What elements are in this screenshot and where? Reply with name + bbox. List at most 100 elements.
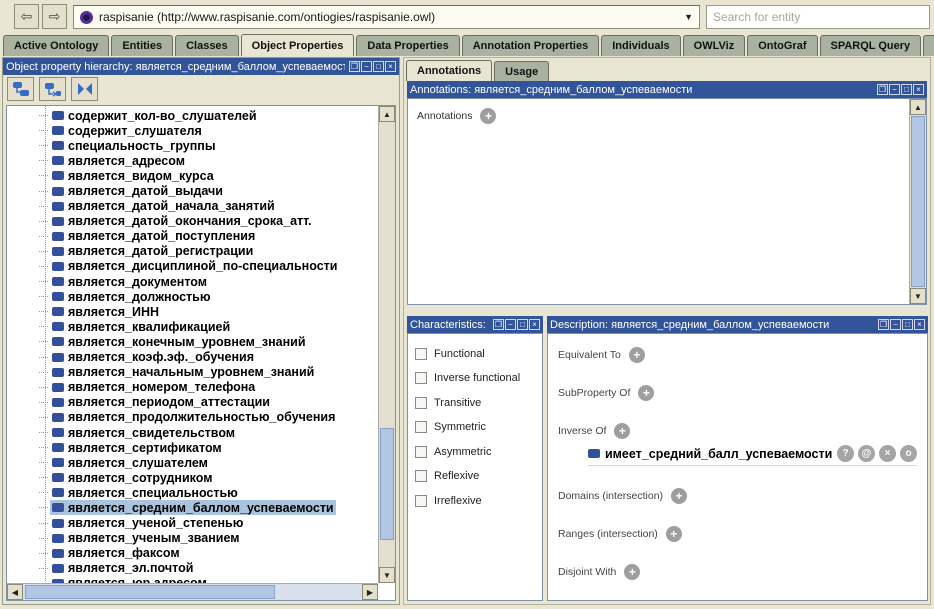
- checkbox-unchecked-icon[interactable]: [415, 396, 427, 409]
- horizontal-scroll-thumb[interactable]: [25, 585, 275, 599]
- close-icon[interactable]: ×: [529, 319, 540, 330]
- main-tab[interactable]: OntoGraf: [747, 35, 818, 56]
- delete-button[interactable]: ×: [879, 445, 896, 462]
- float-icon[interactable]: ❐: [877, 84, 888, 95]
- tree-horizontal-scrollbar[interactable]: ◀ ▶: [7, 583, 378, 600]
- minimize-icon[interactable]: −: [505, 319, 516, 330]
- object-property-row[interactable]: является_начальным_уровнем_знаний: [7, 365, 378, 380]
- main-tab[interactable]: SPARQL Query: [819, 35, 922, 56]
- maximize-icon[interactable]: □: [902, 319, 913, 330]
- close-icon[interactable]: ×: [914, 319, 925, 330]
- maximize-icon[interactable]: □: [373, 61, 384, 72]
- main-tab[interactable]: Data Properties: [356, 35, 460, 56]
- object-property-row[interactable]: является_датой_окончания_срока_атт.: [7, 214, 378, 229]
- object-property-row[interactable]: является_квалификацией: [7, 319, 378, 334]
- object-property-row[interactable]: является_продолжительностью_обучения: [7, 410, 378, 425]
- object-property-row[interactable]: содержит_кол-во_слушателей: [7, 108, 378, 123]
- object-property-row[interactable]: является_датой_поступления: [7, 229, 378, 244]
- characteristic-row[interactable]: Asymmetric: [415, 445, 542, 458]
- forward-button[interactable]: ⇨: [42, 4, 67, 29]
- object-property-row[interactable]: является_видом_курса: [7, 168, 378, 183]
- add-button[interactable]: +: [671, 487, 688, 504]
- scroll-up-icon[interactable]: ▲: [379, 106, 395, 122]
- object-property-row[interactable]: является_факсом: [7, 546, 378, 561]
- main-tab[interactable]: Individuals: [601, 35, 681, 56]
- add-button[interactable]: +: [624, 563, 641, 580]
- explain-button[interactable]: ?: [837, 445, 854, 462]
- add-button[interactable]: +: [614, 422, 631, 439]
- close-icon[interactable]: ×: [385, 61, 396, 72]
- main-tab[interactable]: Active Ontology: [3, 35, 110, 56]
- annotations-scrollbar[interactable]: ▲ ▼: [909, 99, 926, 304]
- annotations-tab[interactable]: Annotations: [406, 60, 493, 81]
- float-icon[interactable]: ❐: [349, 61, 360, 72]
- main-tab[interactable]: Annotation Properties: [461, 35, 600, 56]
- checkbox-unchecked-icon[interactable]: [415, 470, 427, 482]
- add-button[interactable]: +: [665, 525, 682, 542]
- scroll-down-icon[interactable]: ▼: [910, 288, 926, 304]
- main-tab[interactable]: Entities: [111, 35, 174, 56]
- minimize-icon[interactable]: −: [361, 61, 372, 72]
- annotate-button[interactable]: @: [858, 445, 875, 462]
- characteristic-row[interactable]: Reflexive: [415, 470, 542, 483]
- float-icon[interactable]: ❐: [878, 319, 889, 330]
- minimize-icon[interactable]: −: [889, 84, 900, 95]
- object-property-row[interactable]: является_дисциплиной_по-специальности: [7, 259, 378, 274]
- delete-property-button[interactable]: [71, 77, 98, 101]
- checkbox-unchecked-icon[interactable]: [415, 347, 427, 360]
- add-button[interactable]: +: [638, 384, 655, 401]
- close-icon[interactable]: ×: [913, 84, 924, 95]
- object-property-row[interactable]: является_слушателем: [7, 455, 378, 470]
- object-property-row[interactable]: является_ученым_званием: [7, 531, 378, 546]
- tree-vertical-scrollbar[interactable]: ▲ ▼: [378, 106, 395, 583]
- maximize-icon[interactable]: □: [517, 319, 528, 330]
- characteristic-row[interactable]: Inverse functional: [415, 372, 542, 385]
- object-property-row[interactable]: является_сотрудником: [7, 470, 378, 485]
- object-property-row[interactable]: является_ИНН: [7, 304, 378, 319]
- object-property-row[interactable]: является_датой_выдачи: [7, 183, 378, 198]
- main-tab[interactable]: OWLViz: [682, 35, 746, 56]
- add-sibling-property-button[interactable]: [39, 77, 66, 101]
- characteristic-row[interactable]: Irreflexive: [415, 494, 542, 507]
- back-button[interactable]: ⇦: [14, 4, 39, 29]
- dropdown-arrow-icon[interactable]: ▼: [678, 12, 693, 22]
- annotations-tab[interactable]: Usage: [494, 61, 550, 81]
- checkbox-unchecked-icon[interactable]: [415, 372, 427, 384]
- object-property-row[interactable]: является_ученой_степенью: [7, 516, 378, 531]
- object-property-row[interactable]: является_свидетельством: [7, 425, 378, 440]
- minimize-icon[interactable]: −: [890, 319, 901, 330]
- object-property-row[interactable]: является_специальностью: [7, 485, 378, 500]
- main-tab[interactable]: Object Properties: [240, 34, 355, 56]
- object-property-row[interactable]: является_номером_телефона: [7, 380, 378, 395]
- add-sub-property-button[interactable]: [7, 77, 34, 101]
- scroll-up-icon[interactable]: ▲: [910, 99, 926, 115]
- vertical-scroll-thumb[interactable]: [911, 116, 925, 287]
- object-property-row[interactable]: является_конечным_уровнем_знаний: [7, 334, 378, 349]
- checkbox-unchecked-icon[interactable]: [415, 494, 427, 507]
- maximize-icon[interactable]: □: [901, 84, 912, 95]
- ontology-selector[interactable]: raspisanie (http://www.raspisanie.com/on…: [73, 5, 700, 29]
- object-property-row[interactable]: содержит_слушателя: [7, 123, 378, 138]
- edit-button[interactable]: o: [900, 445, 917, 462]
- checkbox-unchecked-icon[interactable]: [415, 445, 427, 458]
- object-property-row[interactable]: является_эл.почтой: [7, 561, 378, 576]
- object-property-row[interactable]: является_юр.адресом: [7, 576, 378, 583]
- object-property-row[interactable]: является_документом: [7, 274, 378, 289]
- object-property-row[interactable]: является_адресом: [7, 153, 378, 168]
- vertical-scroll-thumb[interactable]: [380, 428, 394, 540]
- characteristic-row[interactable]: Functional: [415, 347, 542, 360]
- main-tab[interactable]: Classes: [175, 35, 239, 56]
- scroll-right-icon[interactable]: ▶: [362, 584, 378, 600]
- scroll-left-icon[interactable]: ◀: [7, 584, 23, 600]
- object-property-row[interactable]: является_периодом_аттестации: [7, 395, 378, 410]
- object-property-row[interactable]: является_средним_баллом_успеваемости: [7, 500, 378, 516]
- checkbox-unchecked-icon[interactable]: [415, 421, 427, 433]
- add-annotation-button[interactable]: +: [480, 108, 497, 124]
- add-button[interactable]: +: [628, 346, 645, 363]
- object-property-row[interactable]: является_должностью: [7, 289, 378, 304]
- float-icon[interactable]: ❐: [493, 319, 504, 330]
- object-property-row[interactable]: является_сертификатом: [7, 440, 378, 455]
- object-property-row[interactable]: специальность_группы: [7, 138, 378, 153]
- characteristic-row[interactable]: Symmetric: [415, 421, 542, 434]
- object-property-row[interactable]: является_датой_регистрации: [7, 244, 378, 259]
